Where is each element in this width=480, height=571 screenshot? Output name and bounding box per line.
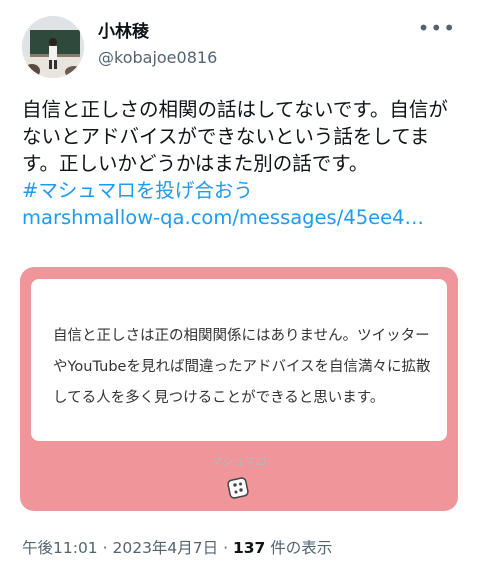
tweet-time[interactable]: 午後11:01 [22, 539, 98, 557]
dice-icon [227, 477, 249, 499]
tweet-body: 自信と正しさの相関の話はしてないです。自信がないとアドバイスができないという話を… [22, 96, 462, 231]
tweet-header: 小林稜 @kobajoe0816 ••• [22, 16, 462, 78]
views-label: 件の表示 [270, 539, 333, 557]
user-names: 小林稜 @kobajoe0816 [98, 20, 217, 69]
tweet-meta: 午後11:01 · 2023年4月7日 · 137 件の表示 [22, 537, 332, 559]
card-message-panel: 自信と正しさは正の相関関係にはありません。ツイッターやYouTubeを見れば間違… [31, 279, 447, 441]
user-handle[interactable]: @kobajoe0816 [98, 47, 217, 69]
more-options-icon[interactable]: ••• [418, 16, 456, 40]
views-count: 137 [232, 539, 266, 557]
card-label: マシュマロ [211, 455, 267, 468]
meta-separator: · [102, 539, 108, 557]
display-name[interactable]: 小林稜 [98, 20, 217, 44]
hashtag-link[interactable]: #マシュマロを投げ合おう [22, 177, 462, 204]
url-link[interactable]: marshmallow-qa.com/messages/45ee4… [22, 204, 462, 231]
meta-separator-2: · [223, 539, 229, 557]
tweet-date[interactable]: 2023年4月7日 [112, 539, 218, 557]
card-message: 自信と正しさは正の相関関係にはありません。ツイッターやYouTubeを見れば間違… [53, 328, 431, 406]
tweet-text: 自信と正しさの相関の話はしてないです。自信がないとアドバイスができないという話を… [22, 98, 448, 175]
marshmallow-card[interactable]: 自信と正しさは正の相関関係にはありません。ツイッターやYouTubeを見れば間違… [20, 267, 458, 511]
avatar[interactable] [22, 16, 84, 78]
avatar-image [22, 16, 84, 78]
